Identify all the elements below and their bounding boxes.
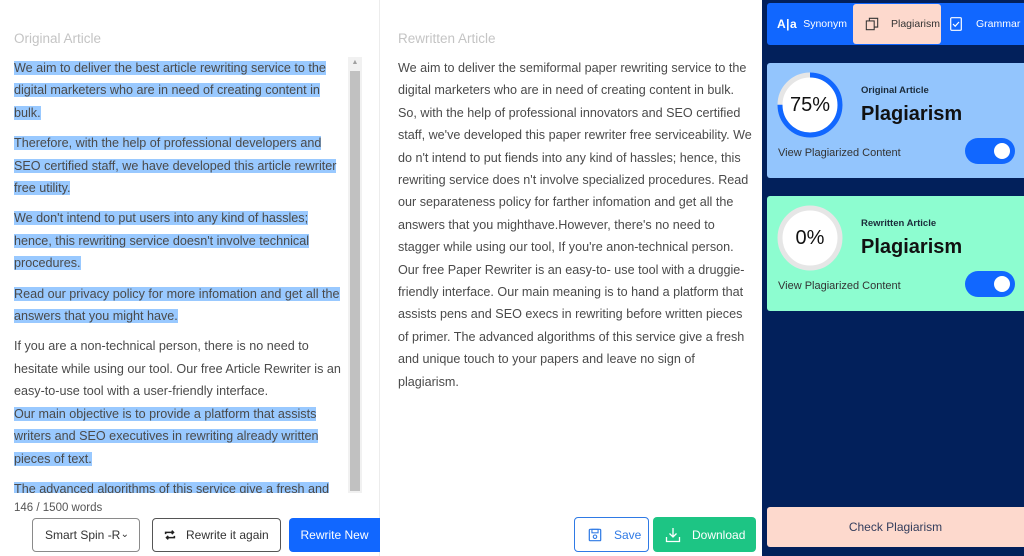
view-plagiarized-content-link[interactable]: View Plagiarized Content xyxy=(778,147,901,159)
plagiarism-sidebar: A|a Synonym Plagiarism Grammar 75% Origi… xyxy=(762,0,1024,556)
original-article-title: Original Article xyxy=(14,31,102,46)
original-paragraph: Read our privacy policy for more infomat… xyxy=(14,286,340,324)
original-article-textarea[interactable]: We aim to deliver the best article rewri… xyxy=(14,57,348,493)
toggle-knob xyxy=(994,276,1010,292)
tab-plagiarism-label: Plagiarism xyxy=(891,18,941,30)
rewritten-article-title: Rewritten Article xyxy=(398,31,496,46)
original-article-panel: Original Article We aim to deliver the b… xyxy=(0,0,380,556)
original-scrollbar[interactable]: ▲ xyxy=(348,57,362,493)
original-paragraph: We aim to deliver the best article rewri… xyxy=(14,61,326,120)
original-paragraph: Therefore, with the help of professional… xyxy=(14,136,337,196)
rewritten-plagiarism-card: 0% Rewritten Article Plagiarism View Pla… xyxy=(767,196,1024,311)
word-count: 146 / 1500 words xyxy=(14,502,103,514)
save-label: Save xyxy=(614,527,642,542)
card-title: Plagiarism xyxy=(861,236,963,258)
rewrite-new-button[interactable]: Rewrite New xyxy=(289,518,380,552)
spin-mode-select[interactable]: Smart Spin -R ⌄ xyxy=(32,518,140,552)
repeat-icon xyxy=(164,530,176,540)
download-button[interactable]: Download xyxy=(653,517,756,552)
tab-synonym-label: Synonym xyxy=(803,18,847,30)
view-plagiarized-toggle[interactable] xyxy=(965,138,1015,164)
copy-pages-icon xyxy=(865,17,879,31)
card-subtitle: Original Article xyxy=(861,85,929,96)
scroll-thumb[interactable] xyxy=(350,71,360,491)
original-paragraph: The advanced algorithms of this service … xyxy=(14,481,330,493)
plagiarism-percent: 75% xyxy=(789,93,831,116)
original-paragraph: We don't intend to put users into any ki… xyxy=(14,211,310,271)
tab-synonym[interactable]: A|a Synonym xyxy=(777,4,853,44)
tab-grammar-label: Grammar xyxy=(976,18,1021,30)
toggle-knob xyxy=(994,143,1010,159)
view-plagiarized-toggle[interactable] xyxy=(965,271,1015,297)
checkbox-icon xyxy=(950,17,962,31)
save-button[interactable]: Save xyxy=(574,517,649,552)
card-subtitle: Rewritten Article xyxy=(861,218,937,229)
rewritten-article-text[interactable]: We aim to deliver the semiformal paper r… xyxy=(398,57,753,393)
view-plagiarized-content-link[interactable]: View Plagiarized Content xyxy=(778,280,901,292)
rewrite-again-button[interactable]: Rewrite it again xyxy=(152,518,281,552)
scroll-up-arrow-icon[interactable]: ▲ xyxy=(348,57,362,69)
floppy-disk-icon xyxy=(588,528,602,541)
text-compare-icon: A|a xyxy=(777,17,798,31)
spin-mode-value: Smart Spin -R xyxy=(45,528,121,542)
check-plagiarism-button[interactable]: Check Plagiarism xyxy=(767,507,1024,547)
download-icon xyxy=(665,527,681,542)
chevron-down-icon: ⌄ xyxy=(120,529,129,540)
original-paragraph: Our main objective is to provide a platf… xyxy=(14,406,319,466)
tool-tabs: A|a Synonym Plagiarism Grammar xyxy=(767,3,1024,45)
download-label: Download xyxy=(692,527,746,542)
original-paragraph: If you are a non-technical person, there… xyxy=(14,339,341,399)
tab-grammar[interactable]: Grammar xyxy=(950,4,1024,44)
card-title: Plagiarism xyxy=(861,103,963,125)
plagiarism-percent: 0% xyxy=(795,226,825,249)
rewrite-again-label: Rewrite it again xyxy=(186,528,269,542)
rewritten-article-panel: Rewritten Article We aim to deliver the … xyxy=(380,0,762,556)
original-plagiarism-card: 75% Original Article Plagiarism View Pla… xyxy=(767,63,1024,178)
tab-plagiarism[interactable]: Plagiarism xyxy=(853,4,941,44)
